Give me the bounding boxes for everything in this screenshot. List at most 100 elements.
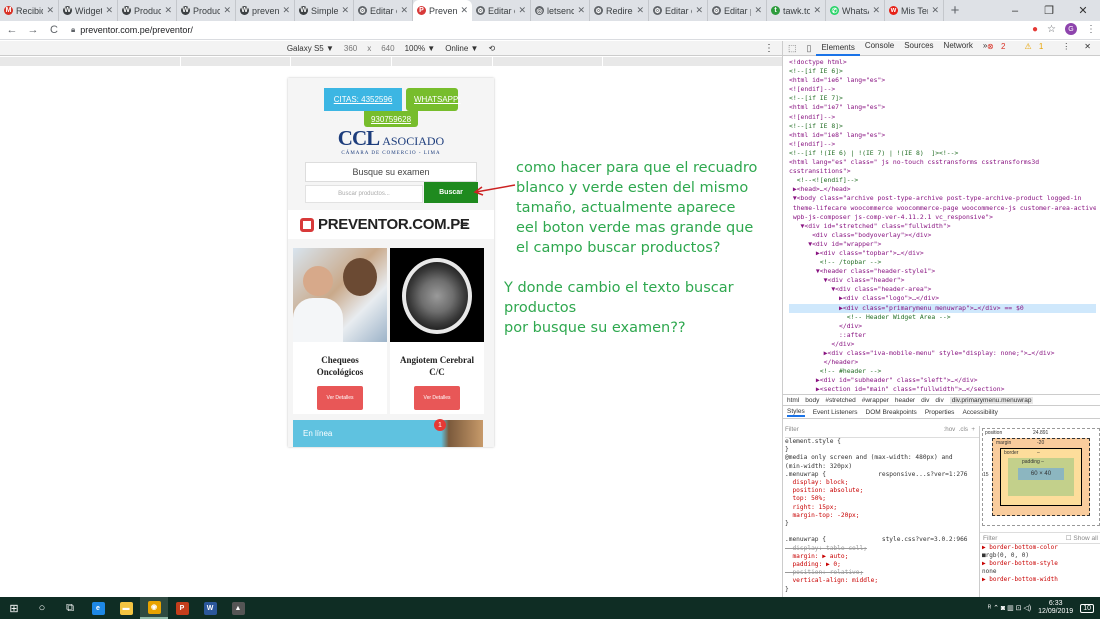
browser-tab[interactable]: Wprevent ✕ <box>236 0 295 21</box>
media-query-ruler[interactable] <box>0 57 782 66</box>
computed-property[interactable]: ▶ border-bottom-color ■rgb(0, 0, 0) <box>982 544 1100 560</box>
breadcrumb-item[interactable]: div <box>921 397 929 404</box>
dom-node[interactable]: ▶<head>…</head> <box>789 185 1096 194</box>
dom-node[interactable]: </div> <box>789 322 1096 331</box>
clock[interactable]: 6:33 12/09/2019 <box>1038 600 1073 616</box>
breadcrumb-item[interactable]: div <box>935 397 943 404</box>
css-line[interactable]: display: block; <box>785 479 979 487</box>
dom-node[interactable]: ▶<section id="main" class="fullwidth">…<… <box>789 385 1096 394</box>
extension-icon[interactable]: ● <box>1032 24 1038 35</box>
dom-node[interactable]: ▶<div class="topbar">…</div> <box>789 249 1096 258</box>
dom-node[interactable]: ▶<div id="subheader" class="sleft">…</di… <box>789 376 1096 385</box>
new-tab-button[interactable]: + <box>944 0 966 21</box>
product-image-doctor-patient[interactable] <box>293 248 387 342</box>
start-button[interactable]: ⊞ <box>0 597 28 619</box>
subtab-dom-breakpoints[interactable]: DOM Breakpoints <box>866 409 917 416</box>
dom-node[interactable]: wpb-js-composer js-comp-ver-4.11.2.1 vc_… <box>789 213 1096 222</box>
tab-close-icon[interactable]: ✕ <box>931 5 939 16</box>
dom-tree[interactable]: <!doctype html> <!--[if IE 6]> <html id="i… <box>783 56 1100 394</box>
dom-node[interactable]: <html lang="es" class=" js no-touch csst… <box>789 158 1096 167</box>
css-line[interactable]: margin-top: -20px; <box>785 512 979 520</box>
devtools-tab-console[interactable]: Console <box>860 41 899 56</box>
browser-tab[interactable]: ⚙Editar p✕ <box>708 0 767 21</box>
dom-node[interactable]: ▶<div class="primarymenu menuwrap">…</di… <box>789 303 1096 313</box>
product-image-brain-ct[interactable] <box>390 248 484 342</box>
breadcrumb-item[interactable]: div.primarymenu.menuwrap <box>949 396 1034 404</box>
tab-close-icon[interactable]: ✕ <box>105 5 113 16</box>
browser-tab[interactable]: WProduct✕ <box>177 0 236 21</box>
reload-button[interactable]: C <box>45 24 63 36</box>
browser-tab[interactable]: W Simple ✕ <box>295 0 354 21</box>
tab-close-icon[interactable]: ✕ <box>341 5 349 16</box>
dom-node[interactable]: <!doctype html> <box>789 58 1096 67</box>
css-line[interactable]: @media only screen and (max-width: 480px… <box>785 454 979 462</box>
browser-tab[interactable]: w Mis Ter ✕ <box>885 0 944 21</box>
css-line[interactable]: .menuwrap { responsive...s?ver=1:276 <box>785 471 979 479</box>
dom-node[interactable]: <div class="bodyoverlay"></div> <box>789 231 1096 240</box>
css-line[interactable]: } <box>785 586 979 594</box>
dom-node[interactable]: </header> <box>789 358 1096 367</box>
css-line[interactable]: padding: ▶ 0; <box>785 561 979 569</box>
tab-close-icon[interactable]: ✕ <box>282 5 290 16</box>
box-model-diagram[interactable]: position 24.891 margin -20 border – padding… <box>982 428 1100 528</box>
tab-close-icon[interactable]: ✕ <box>460 5 468 16</box>
zoom-select[interactable]: 100% ▼ <box>405 44 436 53</box>
brand-name[interactable]: PREVENTOR.COM.PE <box>318 216 470 233</box>
dom-node[interactable]: <!-- /topbar --> <box>789 258 1096 267</box>
powerpoint-icon[interactable]: P <box>168 597 196 619</box>
dom-node[interactable]: <!--[if IE 6]> <box>789 67 1096 76</box>
network-throttle-select[interactable]: Online ▼ <box>445 44 478 53</box>
css-line[interactable] <box>785 528 979 536</box>
devtools-tab-sources[interactable]: Sources <box>899 41 938 56</box>
styles-filter-input[interactable]: Filter :hov .cls + <box>785 426 979 438</box>
address-bar[interactable]: 🔒︎ preventor.com.pe/preventor/ <box>71 23 1071 38</box>
dom-node[interactable]: ▶<div class="logo">…</div> <box>789 294 1096 303</box>
browser-tab[interactable]: ◎ letsenc ✕ <box>531 0 590 21</box>
dom-node[interactable]: <html id="ie6" lang="es"> <box>789 76 1096 85</box>
breadcrumb-item[interactable]: html <box>787 397 799 404</box>
whatsapp-button[interactable]: WHATSAPP: <box>406 88 461 111</box>
css-line[interactable]: } <box>785 520 979 528</box>
tray-icons[interactable]: ᴿ ⌃ ◙ ▥ ⊡ ◁) <box>988 604 1031 612</box>
search-icon[interactable]: ○ <box>28 597 56 619</box>
show-all-checkbox[interactable]: ☐ Show all <box>1066 534 1098 542</box>
tab-close-icon[interactable]: ✕ <box>754 5 762 16</box>
profile-avatar[interactable]: G <box>1065 23 1077 35</box>
dom-node[interactable]: ▼<div class="header"> <box>789 276 1096 285</box>
css-line[interactable]: right: 15px; <box>785 504 979 512</box>
inspect-element-icon[interactable]: ⬚ <box>783 43 802 54</box>
notification-center-icon[interactable]: 10 <box>1080 603 1094 613</box>
styles-toggles[interactable]: :hov .cls + <box>944 426 975 437</box>
dom-node[interactable]: theme-lifecare woocommerce woocommerce-p… <box>789 204 1096 213</box>
browser-tab[interactable]: ⚙Editar e✕ <box>354 0 413 21</box>
product-name[interactable]: Chequeos Oncológicos <box>293 354 387 378</box>
browser-tab[interactable]: WProduct✕ <box>118 0 177 21</box>
dom-node[interactable]: <![endif]--> <box>789 85 1096 94</box>
back-button[interactable]: ← <box>3 24 21 36</box>
computed-property[interactable]: ▶ border-bottom-width <box>982 576 1100 584</box>
dom-node[interactable]: ::after <box>789 331 1096 340</box>
devtools-tab-network[interactable]: Network <box>939 41 978 56</box>
dom-node[interactable]: <![endif]--> <box>789 140 1096 149</box>
dom-node[interactable]: csstransitions"> <box>789 167 1096 176</box>
browser-tab[interactable]: t tawk.to ✕ <box>767 0 826 21</box>
tab-close-icon[interactable]: ✕ <box>400 5 408 16</box>
browser-tab[interactable]: ⚙Redirec✕ <box>590 0 649 21</box>
tab-close-icon[interactable]: ✕ <box>813 5 821 16</box>
dom-node[interactable]: ▼<div class="header-area"> <box>789 285 1096 294</box>
view-details-button[interactable]: Ver Detalles <box>317 386 363 410</box>
devtools-tab-elements[interactable]: Elements <box>816 41 860 56</box>
css-rules[interactable]: element.style {} @media only screen and (… <box>785 438 979 594</box>
breadcrumb-item[interactable]: header <box>895 397 915 404</box>
product-name[interactable]: Angiotem Cerebral C/C <box>390 354 484 378</box>
tab-close-icon[interactable]: ✕ <box>164 5 172 16</box>
edge-icon[interactable]: e <box>84 597 112 619</box>
tab-close-icon[interactable]: ✕ <box>695 5 703 16</box>
tab-close-icon[interactable]: ✕ <box>223 5 231 16</box>
browser-tab[interactable]: P Preven ✕ <box>413 0 472 21</box>
device-select[interactable]: Galaxy S5 ▼ <box>287 44 334 53</box>
citas-button[interactable]: CITAS: 4352596 <box>324 88 402 111</box>
view-details-button[interactable]: Ver Detalles <box>414 386 460 410</box>
css-line[interactable]: element.style { <box>785 438 979 446</box>
devtools-menu-icon[interactable]: ⋮ <box>1057 42 1075 51</box>
